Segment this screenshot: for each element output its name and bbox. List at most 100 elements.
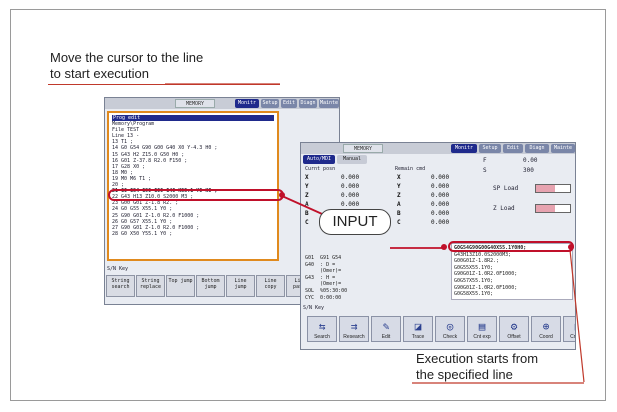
axis-position: 0.000	[341, 201, 360, 208]
cnt-set-button[interactable]: ▦Cnt set	[563, 316, 576, 342]
col-curnt-posn: Curnt posn	[305, 166, 336, 172]
tab-diagn[interactable]: Diagn	[299, 99, 317, 108]
edit-button[interactable]: ✎ Edit	[371, 316, 401, 342]
modal-line: (Omer)=	[305, 281, 342, 288]
screen1-topbar: MEMORY Monitr Setup Edit Diagn Mainte	[105, 98, 339, 109]
softkey-2[interactable]: Top jump	[166, 275, 195, 297]
program-list-line[interactable]: G43H13Z10.0S2000M3;	[454, 252, 570, 259]
axis-name: C	[397, 219, 401, 226]
softkey-5[interactable]: Line copy	[256, 275, 285, 297]
tab-setup-2[interactable]: Setup	[479, 144, 501, 153]
screen2-topbar: MEMORY Monitr Setup Edit Diagn Mainte	[301, 143, 575, 154]
tab-manual[interactable]: Manual	[337, 155, 367, 164]
axis-name: B	[305, 210, 309, 217]
axis-remain: 0.000	[431, 201, 450, 208]
memory-label: MEMORY	[175, 99, 215, 108]
softkey-0[interactable]: String search	[106, 275, 135, 297]
softkey-4[interactable]: Line jump	[226, 275, 255, 297]
caption-line-1: Move the cursor to the line	[50, 50, 204, 65]
icon-label: Trace	[411, 334, 425, 340]
sn-key-label-2: S/N Key	[303, 305, 325, 311]
trace-icon: ◪	[414, 320, 422, 333]
trace-button[interactable]: ◪ Trace	[403, 316, 433, 342]
modal-line: G40 : D =	[305, 261, 336, 268]
modal-line: CYC 0:00:00	[305, 294, 342, 301]
icon-label: Cnt set	[570, 334, 575, 340]
axis-name: A	[305, 201, 309, 208]
axis-name: Z	[305, 192, 309, 199]
modal-info: G01 G91 G54 G40 : D = (Omer)= G43 : H = (O…	[305, 255, 347, 301]
input-key[interactable]: INPUT	[319, 209, 391, 235]
icon-label: Search	[314, 334, 330, 340]
offset-icon: ⚙	[510, 320, 518, 333]
program-list-line[interactable]: G0G57X55.1Y0;	[454, 278, 570, 285]
z-load-bar	[535, 204, 571, 213]
caption-underline-top	[48, 84, 280, 85]
axis-remain: 0.000	[431, 192, 450, 199]
tab-auto-mdi[interactable]: Auto/MDI	[303, 155, 335, 164]
z-load-fill	[536, 205, 555, 212]
col-remain-cmd: Remain cmd	[395, 166, 426, 172]
feed-f-label: F	[483, 157, 487, 164]
softkey-3[interactable]: Bottom jump	[196, 275, 225, 297]
search-button[interactable]: ⇆ Search	[307, 316, 337, 342]
program-line[interactable]: 28 G0 X50 Y55.1 Y0 ;	[112, 231, 274, 237]
caption-execution-starts: Execution starts from the specified line	[416, 351, 538, 383]
axis-remain: 0.000	[431, 210, 450, 217]
check-icon: ◎	[446, 320, 454, 333]
sp-load-fill	[536, 185, 555, 192]
highlight-dot-3	[568, 244, 574, 250]
program-edit-pane[interactable]: Prog edit Memory\Program File TEST Line 13…	[107, 111, 279, 261]
axis-remain: 0.000	[431, 219, 450, 226]
axis-name: X	[305, 174, 309, 181]
tab-mainte-2[interactable]: Mainte	[551, 144, 575, 153]
memory-label-2: MEMORY	[343, 144, 383, 153]
icon-label: Edit	[381, 334, 391, 340]
icon-label: Coord	[539, 334, 553, 340]
tab-monitr[interactable]: Monitr	[235, 99, 259, 108]
caption-line-2: to start execution	[50, 66, 149, 81]
research-button[interactable]: ⇉ Research	[339, 316, 369, 342]
offset-button[interactable]: ⚙ Offset	[499, 316, 529, 342]
program-list-line[interactable]: G0G58X55.1Y0;	[454, 291, 570, 298]
feed-f-value: 0.00	[523, 157, 538, 164]
cnt-set-icon: ▦	[564, 320, 576, 333]
highlight-selected-line	[108, 189, 284, 201]
coord-icon: ⊕	[542, 320, 550, 333]
program-list-line[interactable]: G0G55X55.1Y0;	[454, 265, 570, 272]
spindle-s-label: S	[483, 167, 487, 174]
axis-name: Y	[397, 183, 401, 190]
cnt-exp-button[interactable]: ▤ Cnt exp	[467, 316, 497, 342]
axis-position: 0.000	[341, 183, 360, 190]
axis-position: 0.000	[341, 192, 360, 199]
caption-bottom-line-2: the specified line	[416, 367, 513, 382]
tab-monitr-2[interactable]: Monitr	[451, 144, 477, 153]
axis-remain: 0.000	[431, 183, 450, 190]
tab-setup[interactable]: Setup	[261, 99, 279, 108]
program-list-line[interactable]: G90G01Z-1.0R2.0F1000;	[454, 271, 570, 278]
sn-key-label: S/N Key	[107, 266, 129, 272]
modal-line: G43 : H =	[305, 274, 336, 281]
softkey-1[interactable]: String replace	[136, 275, 165, 297]
highlight-dot-1	[279, 192, 285, 198]
tab-edit[interactable]: Edit	[281, 99, 297, 108]
modal-line: (Omer)=	[305, 268, 342, 275]
tab-diagn-2[interactable]: Diagn	[525, 144, 549, 153]
caption-move-cursor: Move the cursor to the line to start exe…	[50, 50, 203, 82]
program-list-line[interactable]: G00G01Z-1.8R2.;	[454, 258, 570, 265]
axis-name: Y	[305, 183, 309, 190]
axis-name: A	[397, 201, 401, 208]
modal-line: G01 G91 G54	[305, 255, 342, 261]
tab-edit-2[interactable]: Edit	[503, 144, 523, 153]
axis-remain: 0.000	[431, 174, 450, 181]
axis-name: Z	[397, 192, 401, 199]
softkey-bar: String search String replace Top jump Botto…	[106, 275, 330, 297]
spindle-s-value: 300	[523, 167, 534, 174]
check-button[interactable]: ◎ Check	[435, 316, 465, 342]
tab-mainte[interactable]: Mainte	[319, 99, 339, 108]
search-icon: ⇆	[318, 320, 326, 333]
coord-button[interactable]: ⊕ Coord	[531, 316, 561, 342]
sp-load-label: SP Load	[493, 185, 519, 192]
icon-label: Offset	[507, 334, 521, 340]
program-list-line[interactable]: G90G01Z-1.0R2.0F1000;	[454, 285, 570, 292]
